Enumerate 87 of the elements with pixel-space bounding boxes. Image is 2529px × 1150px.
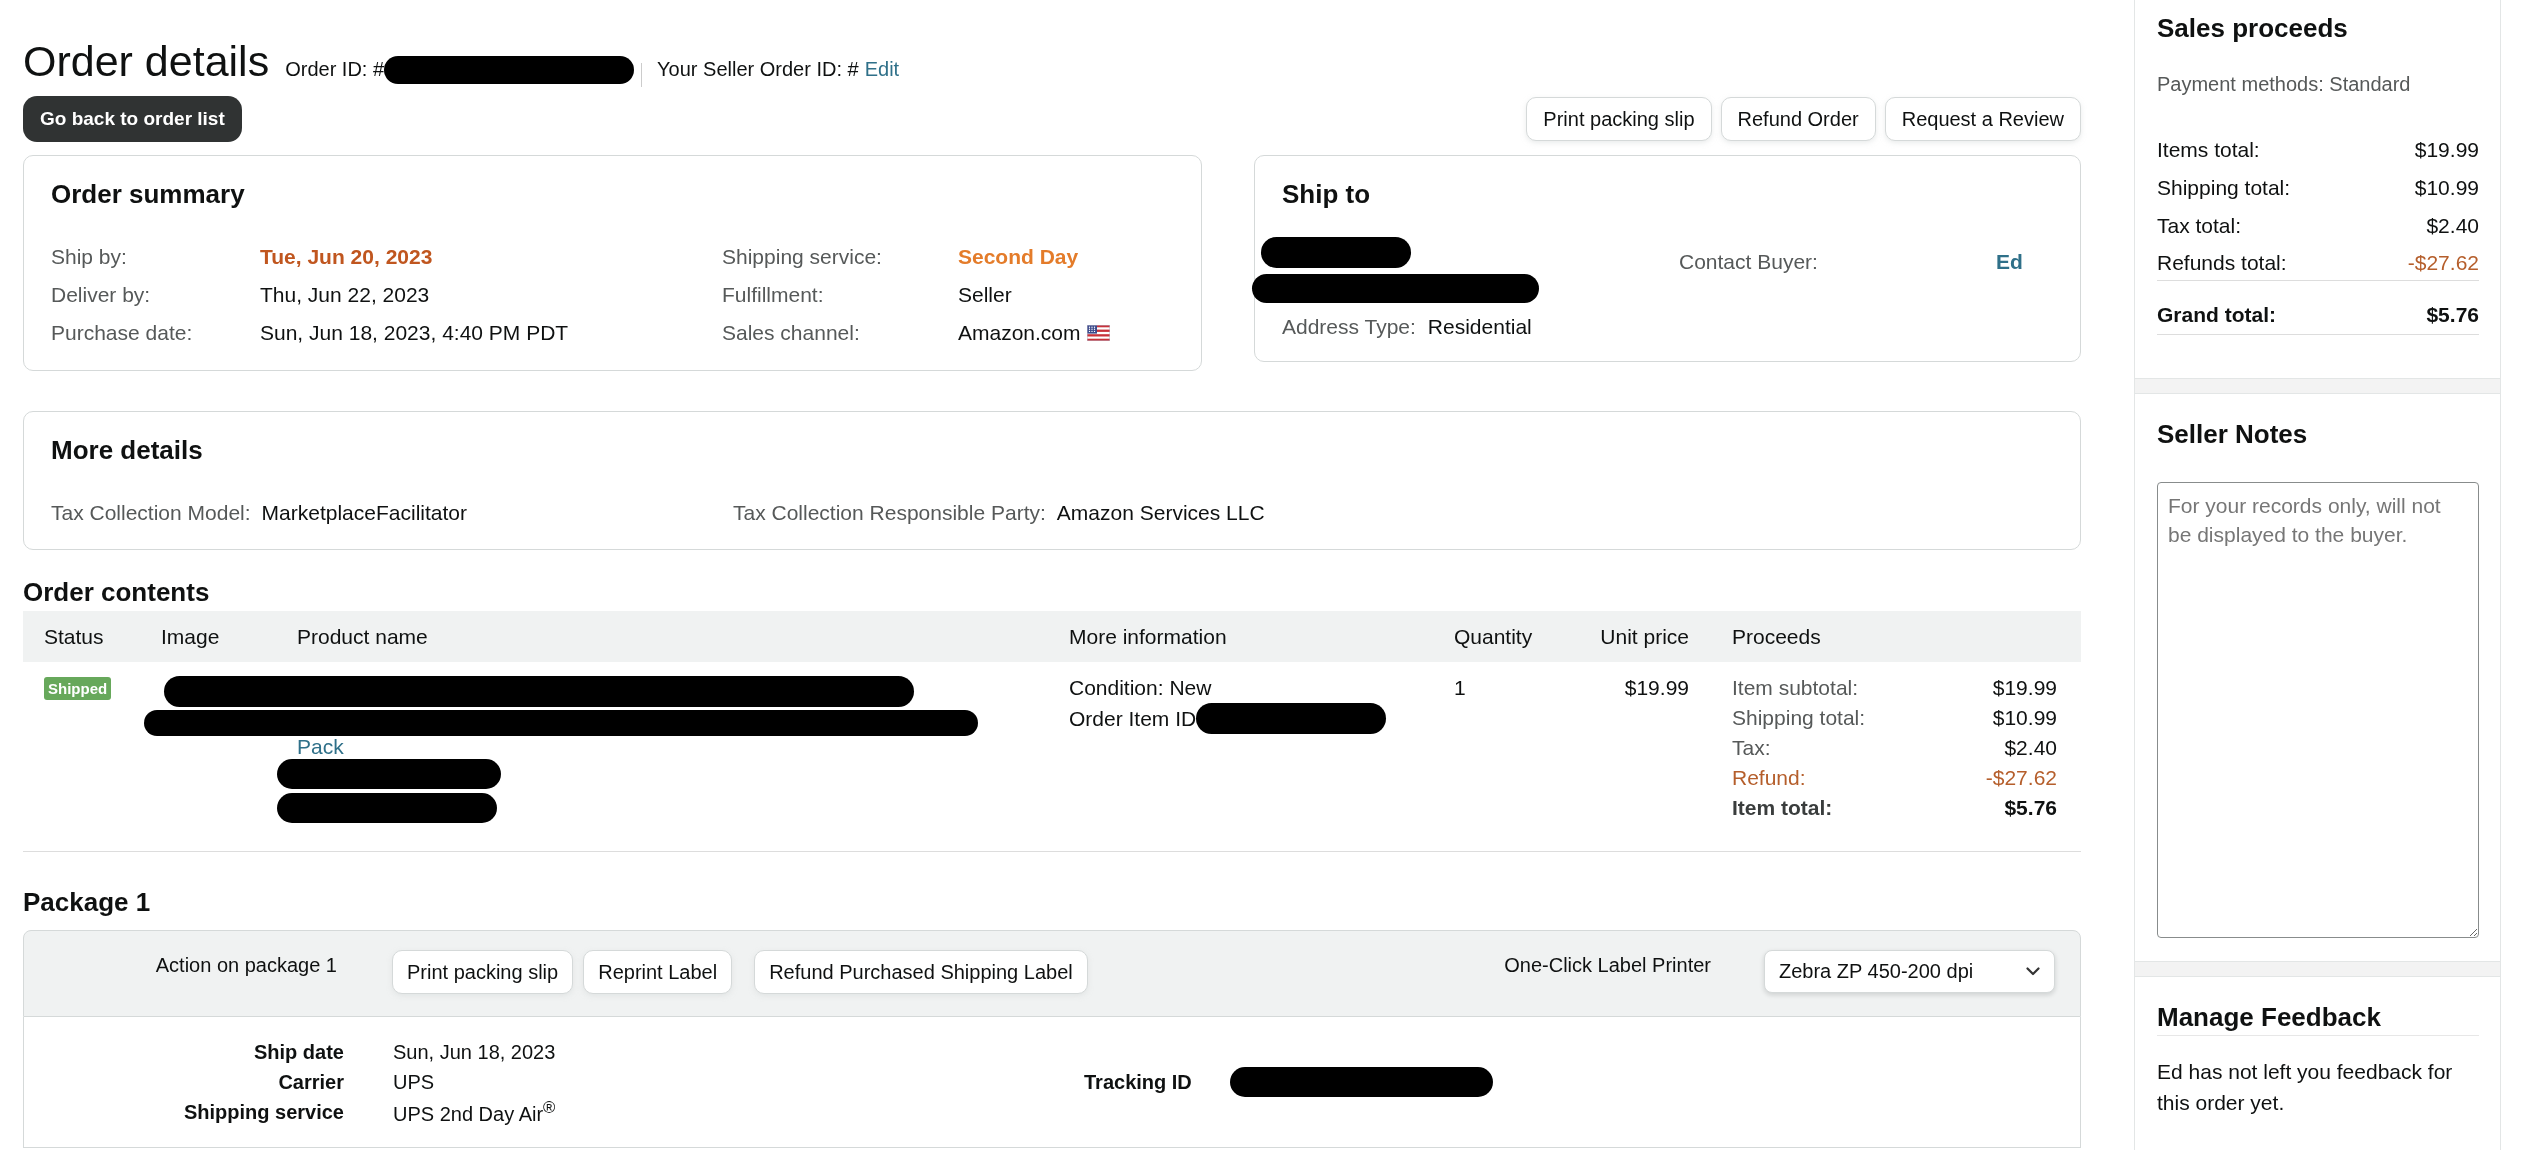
detail-label: Ship date [254,1040,344,1064]
column-heading: Quantity [1454,624,1533,649]
field-label: Fulfillment: [722,283,824,307]
field-value: Residential [1427,314,1532,340]
field-label: Sales channel: [722,321,860,345]
unit-price-cell-text: $19.99 [1624,675,1689,701]
sidebar-title: Seller Notes [2157,419,2309,449]
back-button[interactable]: Go back to order list [23,96,242,142]
field-value: Sun, Jun 18, 2023, 4:40 PM PDT [260,321,569,345]
proceeds-label: Tax: [1732,735,1772,761]
field-label: Ship by: [51,245,127,269]
section-title: Order summary [51,179,246,209]
total-value: $10.99 [2414,175,2479,201]
buyer-link[interactable]: Ed [1996,247,2023,277]
status-badge: Shipped [44,677,112,700]
proceeds-label: Shipping total: [1732,705,1866,731]
printer-label: One-Click Label Printer [1504,953,1711,978]
caret-icon [2026,967,2040,976]
product-link[interactable]: Pack [297,737,344,757]
printer-select[interactable]: Zebra ZP 450-200 dpi [1764,950,2055,993]
flag-icon [1086,325,1110,341]
field-value: Thu, Jun 22, 2023 [260,283,430,307]
field-label: Shipping service: [722,245,882,269]
sidebar-title: Sales proceeds [2157,13,2349,43]
column-heading: Proceeds [1732,624,1821,649]
column-heading: Product name [297,624,428,649]
grand-total-value: $5.76 [2426,302,2479,328]
package-button[interactable]: Reprint Label [583,950,733,994]
field-label: Purchase date: [51,321,193,345]
field-value: Seller [958,283,1012,307]
edit-link[interactable]: Edit [864,58,900,81]
proceeds-value: $5.76 [2004,795,2057,821]
field-value: Tue, Jun 20, 2023 [260,245,433,269]
proceeds-label: Item total: [1732,795,1834,821]
section-title: Order contents [23,577,211,607]
detail-label: Carrier [278,1070,344,1094]
total-label: Refunds total: [2157,250,2287,276]
detail-value: Sun, Jun 18, 2023 [393,1040,556,1064]
action-button[interactable]: Refund Order [1720,97,1876,141]
field-value: Amazon.com [958,321,1081,345]
tracking-label: Tracking ID [1084,1070,1192,1094]
field-label: Contact Buyer: [1679,249,1818,275]
item-condition: Condition: New [1069,675,1212,701]
section-title: Ship to [1282,179,1372,209]
field-label: Tax Collection Model: [51,500,251,526]
field-label: Address Type: [1282,314,1416,340]
column-heading: Status [44,624,104,649]
field-value: MarketplaceFacilitator [261,500,467,526]
sidebar-title: Manage Feedback [2157,1002,2479,1036]
total-value: $19.99 [2414,137,2479,163]
column-heading: Unit price [1600,624,1689,649]
seller-order-id-label: Your Seller Order ID: # [657,58,859,81]
proceeds-value: -$27.62 [1985,765,2057,791]
notes-field[interactable]: For your records only, will not be displayed to the buyer. [2157,482,2479,938]
total-value: -$27.62 [2407,250,2479,276]
column-heading: More information [1069,624,1227,649]
section-title: Package 1 [23,887,152,917]
package-button[interactable]: Refund Purchased Shipping Label [754,950,1088,994]
detail-value: UPS 2nd Day Air$^{®}$ [393,1098,556,1126]
total-label: Tax total: [2157,213,2242,239]
action-button[interactable]: Request a Review [1884,97,2081,141]
field-label: Tax Collection Responsible Party: [733,500,1046,526]
action-button[interactable]: Print packing slip [1526,97,1712,141]
column-heading: Image [161,624,220,649]
detail-label: Shipping service [183,1100,344,1124]
total-value: $2.40 [2426,213,2479,239]
order-id-label: Order ID: # [285,58,385,81]
payment-methods-text: Payment methods: Standard [2157,72,2412,97]
detail-value: UPS [393,1070,435,1094]
proceeds-value: $19.99 [1992,675,2057,701]
total-label: Shipping total: [2157,175,2291,201]
package-action-label: Action on package 1 [154,953,337,978]
grand-total-label: Grand total: [2157,302,2276,328]
package-button[interactable]: Print packing slip [392,950,574,994]
field-label: Deliver by: [51,283,151,307]
total-label: Items total: [2157,137,2260,163]
field-value: Second Day [958,245,1079,269]
field-value: Amazon Services LLC [1056,500,1265,526]
proceeds-value: $10.99 [1992,705,2057,731]
order-item-id-label: Order Item ID [1069,705,1197,732]
quantity-cell-text: 1 [1454,675,1466,701]
section-title: More details [51,435,204,465]
proceeds-label: Refund: [1732,765,1807,791]
proceeds-label: Item subtotal: [1732,675,1860,701]
page-title: Order details [23,37,270,85]
proceeds-value: $2.40 [2004,735,2057,761]
feedback-text: Ed has not left you feedback for this order yet. [2157,1059,2454,1116]
